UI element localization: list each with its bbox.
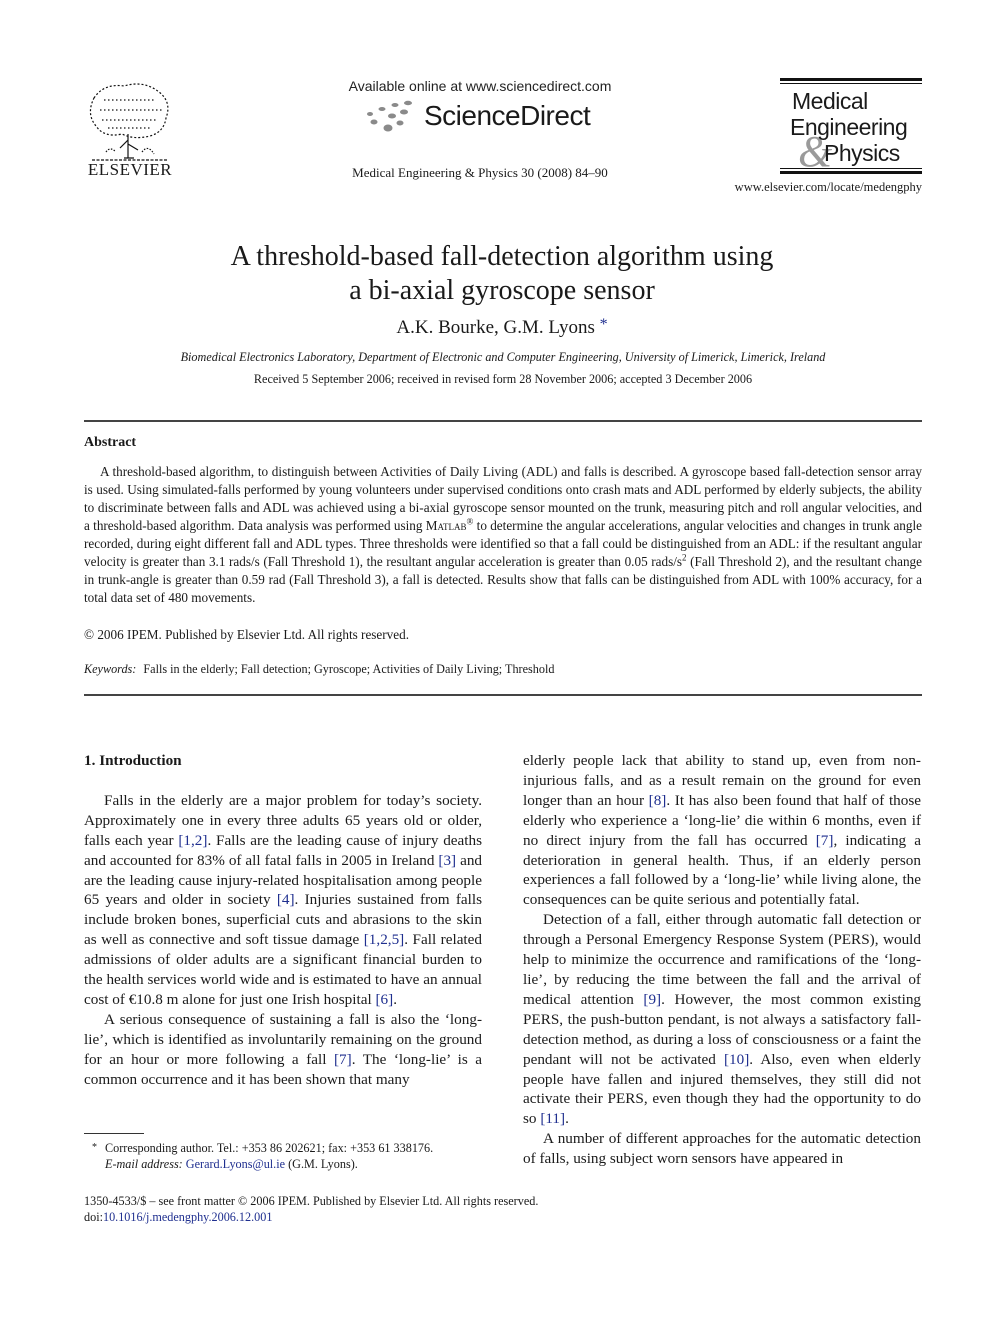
citation-link[interactable]: [8] [649, 792, 667, 809]
email-link[interactable]: Gerard.Lyons@ul.ie [186, 1157, 285, 1171]
abstract-copyright: © 2006 IPEM. Published by Elsevier Ltd. … [84, 627, 410, 642]
citation-link[interactable]: [9] [643, 991, 661, 1008]
logo-rule-top-thin [780, 83, 922, 84]
journal-citation: Medical Engineering & Physics 30 (2008) … [352, 165, 608, 180]
footnote-mark: * [92, 1142, 97, 1153]
citation-link[interactable]: [10] [724, 1051, 749, 1068]
keywords: Keywords: Falls in the elderly; Fall det… [84, 662, 554, 677]
body-paragraph: Detection of a fall, either through auto… [523, 911, 922, 1128]
citation-link[interactable]: [1,2,5] [364, 931, 405, 948]
citation-link[interactable]: [7] [816, 832, 834, 849]
footnote-email: E-mail address: Gerard.Lyons@ul.ie (G.M.… [92, 1156, 433, 1172]
article-title: A threshold-based fall-detection algorit… [100, 240, 904, 308]
front-matter: 1350-4533/$ – see front matter © 2006 IP… [84, 1193, 538, 1225]
authors: A.K. Bourke, G.M. Lyons * [100, 316, 904, 339]
email-suffix: (G.M. Lyons). [285, 1157, 358, 1171]
abstract-heading: Abstract [84, 435, 137, 450]
tree-icon [89, 83, 169, 161]
doi-label: doi: [84, 1210, 103, 1224]
email-label: E-mail address: [105, 1157, 183, 1171]
keywords-label: Keywords: [84, 662, 137, 676]
title-line-1: A threshold-based fall-detection algorit… [230, 241, 774, 272]
doi-link[interactable]: 10.1016/j.medengphy.2006.12.001 [103, 1210, 272, 1224]
logo-rule-bottom-thin [780, 168, 922, 169]
body-paragraph: A number of different approaches for the… [523, 1130, 921, 1168]
body-column-right: elderly people lack that ability to stan… [523, 751, 921, 1169]
publisher-name: ELSEVIER [87, 160, 173, 179]
logo-engineering: Engineering [790, 114, 908, 140]
platform-name: ScienceDirect [424, 100, 591, 131]
available-online-text[interactable]: Available online at www.sciencedirect.co… [300, 78, 660, 94]
divider-bottom [84, 694, 922, 696]
received-dates: Received 5 September 2006; received in r… [253, 372, 753, 386]
journal-logo: & Medical Engineering Physics [780, 78, 922, 176]
journal-url[interactable]: www.elsevier.com/locate/medengphy [700, 180, 922, 195]
elsevier-tree-logo [84, 78, 174, 164]
footnote-contact: Corresponding author. Tel.: +353 86 2026… [105, 1141, 434, 1155]
logo-rule-bottom [780, 171, 922, 174]
issn-line: 1350-4533/$ – see front matter © 2006 IP… [84, 1194, 539, 1208]
logo-physics: Physics [824, 140, 900, 166]
divider-top [84, 420, 922, 422]
section-heading: 1. Introduction [84, 752, 182, 769]
abstract-paragraph: A threshold-based algorithm, to distingu… [84, 463, 922, 607]
body-column-left: 1. Introduction Falls in the elderly are… [84, 751, 482, 1090]
citation-link[interactable]: [11] [540, 1110, 565, 1127]
body-paragraph: elderly people lack that ability to stan… [523, 752, 921, 909]
citation-link[interactable]: [4] [277, 891, 295, 908]
author-names: A.K. Bourke, G.M. Lyons [396, 317, 595, 338]
sciencedirect-logo[interactable]: ScienceDirect [362, 98, 602, 138]
citation-link[interactable]: [3] [438, 852, 456, 869]
citation-link[interactable]: [1,2] [178, 832, 207, 849]
doi-line: doi:10.1016/j.medengphy.2006.12.001 [84, 1209, 538, 1225]
corresponding-author-mark[interactable]: * [600, 316, 608, 333]
affiliation: Biomedical Electronics Laboratory, Depar… [180, 350, 826, 364]
logo-rule-top [780, 78, 922, 81]
citation-link[interactable]: [7] [334, 1051, 352, 1068]
sciencedirect-dots-icon [367, 100, 412, 132]
abstract-body: A threshold-based algorithm, to distingu… [84, 463, 922, 607]
title-line-2: a bi-axial gyroscope sensor [349, 275, 655, 306]
logo-medical: Medical [792, 88, 868, 114]
footnote: * Corresponding author. Tel.: +353 86 20… [92, 1140, 433, 1172]
body-paragraph: Falls in the elderly are a major problem… [84, 791, 483, 1008]
citation-link[interactable]: [6] [375, 991, 393, 1008]
body-paragraph: A serious consequence of sustaining a fa… [84, 1010, 483, 1088]
software-name: Matlab [425, 518, 467, 533]
footnote-rule [84, 1133, 144, 1134]
keywords-value: Falls in the elderly; Fall detection; Gy… [143, 662, 555, 676]
